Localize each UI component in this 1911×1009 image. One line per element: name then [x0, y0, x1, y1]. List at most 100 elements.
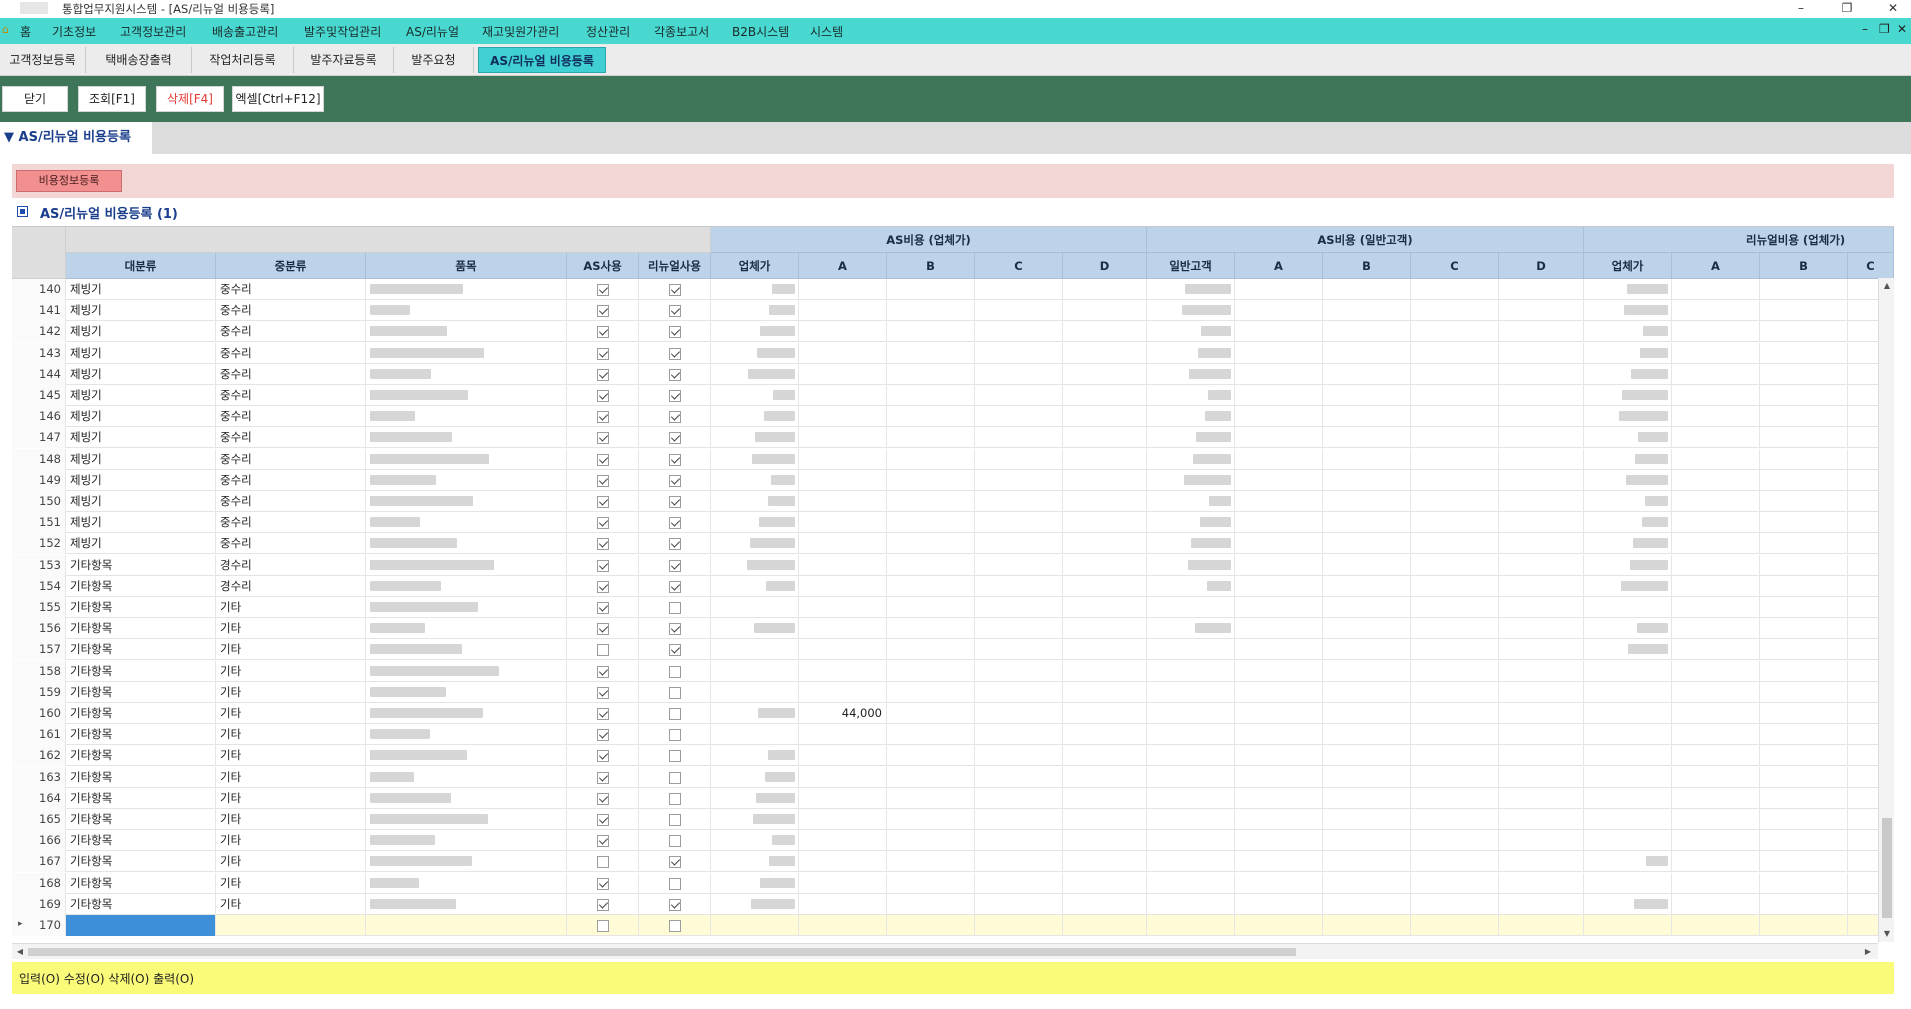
cell-as-vendor-a[interactable]	[799, 660, 887, 682]
cell-as-vendor-b[interactable]	[887, 406, 975, 428]
cell-as-vendor-d[interactable]	[1063, 342, 1147, 364]
cell-as-customer-d[interactable]	[1499, 448, 1584, 470]
column-header-as-vendor-price[interactable]: 업체가	[711, 253, 799, 279]
cell-as-vendor-price[interactable]	[711, 766, 799, 788]
cell-as-vendor-b[interactable]	[887, 639, 975, 661]
cell-item[interactable]	[366, 406, 567, 428]
cell-item[interactable]	[366, 660, 567, 682]
cell-as-vendor-a[interactable]	[799, 512, 887, 534]
cell-as-vendor-c[interactable]	[975, 851, 1063, 873]
cell-as-customer-d[interactable]	[1499, 491, 1584, 512]
cell-as-vendor-b[interactable]	[887, 597, 975, 618]
menu-order-work[interactable]: 발주및작업관리	[304, 23, 381, 40]
tab-order-request[interactable]: 발주요청	[394, 47, 474, 73]
cell-as-customer-a[interactable]	[1235, 279, 1323, 300]
renewal-use-checkbox[interactable]	[669, 580, 681, 593]
cell-minor-category[interactable]: 기타	[216, 851, 366, 873]
cell-minor-category[interactable]: 기타	[216, 618, 366, 640]
cell-major-category[interactable]: 제빙기	[66, 406, 216, 428]
cell-as-customer-a[interactable]	[1235, 427, 1323, 449]
cell-as-customer-b[interactable]	[1323, 406, 1411, 428]
cell-as-vendor-d[interactable]	[1063, 766, 1147, 788]
new-entry-row[interactable]: 170 ▸	[12, 915, 1894, 936]
cell-renewal-vendor-b[interactable]	[1760, 639, 1848, 661]
cell-as-customer-a[interactable]	[1235, 597, 1323, 618]
cell-as-vendor-c[interactable]	[975, 491, 1063, 512]
cell-as-customer-b[interactable]	[1323, 893, 1411, 915]
column-header-as-vendor-a[interactable]: A	[799, 253, 887, 279]
cell-renewal-vendor-price[interactable]	[1584, 660, 1672, 682]
cell-as-customer-a[interactable]	[1235, 469, 1323, 491]
cell-as-vendor-b[interactable]	[887, 618, 975, 640]
cell-minor-category[interactable]: 기타	[216, 745, 366, 767]
cell-as-vendor-d[interactable]	[1063, 660, 1147, 682]
cell-as-vendor-price[interactable]	[711, 681, 799, 703]
cell-as-customer-a[interactable]	[1235, 681, 1323, 703]
cell-major-category[interactable]: 제빙기	[66, 279, 216, 300]
as-use-checkbox[interactable]	[597, 792, 609, 805]
cell-as-customer-c[interactable]	[1411, 363, 1499, 385]
cell-renewal-vendor-a[interactable]	[1672, 385, 1760, 406]
cell-as-customer-b[interactable]	[1323, 597, 1411, 618]
cell-as-customer-price[interactable]	[1147, 766, 1235, 788]
cell-renewal-vendor-a[interactable]	[1672, 342, 1760, 364]
cell-as-vendor-a[interactable]	[799, 809, 887, 830]
cell-as-vendor-d[interactable]	[1063, 554, 1147, 576]
cell-item[interactable]	[366, 491, 567, 512]
cell-as-customer-d[interactable]	[1499, 469, 1584, 491]
cell-renewal-vendor-b[interactable]	[1760, 363, 1848, 385]
cell-as-vendor-b[interactable]	[887, 448, 975, 470]
cell-renewal-vendor-b[interactable]	[1760, 745, 1848, 767]
cell-as-customer-b[interactable]	[1323, 830, 1411, 852]
cell-as-vendor-a[interactable]	[799, 639, 887, 661]
cell-item[interactable]	[366, 342, 567, 364]
table-row[interactable]: 141 제빙기 중수리	[12, 300, 1894, 322]
cell-as-customer-c[interactable]	[1411, 448, 1499, 470]
cell-as-vendor-b[interactable]	[887, 279, 975, 300]
cell-as-vendor-b[interactable]	[887, 363, 975, 385]
column-header-as-vendor-d[interactable]: D	[1063, 253, 1147, 279]
table-row[interactable]: 164 기타항목 기타	[12, 787, 1894, 809]
cell-renewal-vendor-a[interactable]	[1672, 279, 1760, 300]
cell-minor-category[interactable]: 기타	[216, 660, 366, 682]
cell-as-vendor-d[interactable]	[1063, 830, 1147, 852]
as-use-checkbox[interactable]	[597, 898, 609, 911]
cell-as-customer-a[interactable]	[1235, 872, 1323, 894]
cell-as-customer-c[interactable]	[1411, 787, 1499, 809]
column-header-renewal-vendor-price[interactable]: 업체가	[1584, 253, 1672, 279]
cell-as-customer-b[interactable]	[1323, 724, 1411, 746]
cell-as-vendor-d[interactable]	[1063, 724, 1147, 746]
mdi-close-button[interactable]: ✕	[1897, 22, 1907, 36]
cell-as-customer-c[interactable]	[1411, 427, 1499, 449]
cell-as-customer-price[interactable]	[1147, 660, 1235, 682]
cell-as-customer-d[interactable]	[1499, 893, 1584, 915]
cell-as-customer-b[interactable]	[1323, 427, 1411, 449]
cell-major-category[interactable]: 제빙기	[66, 385, 216, 406]
renewal-use-checkbox[interactable]	[669, 559, 681, 572]
table-row[interactable]: 161 기타항목 기타	[12, 724, 1894, 746]
cell-as-customer-b[interactable]	[1323, 618, 1411, 640]
cell-as-customer-b[interactable]	[1323, 575, 1411, 597]
cell-renewal-vendor-a[interactable]	[1672, 512, 1760, 534]
cell-as-customer-price[interactable]	[1147, 491, 1235, 512]
cell-as-vendor-a[interactable]	[799, 533, 887, 555]
cell-renewal-vendor-price[interactable]	[1584, 427, 1672, 449]
cell-as-vendor-c[interactable]	[975, 745, 1063, 767]
tab-customer-registration[interactable]: 고객정보등록	[0, 47, 86, 73]
tab-parcel-label-print[interactable]: 택배송장출력	[86, 47, 192, 73]
cell-as-vendor-d[interactable]	[1063, 915, 1147, 936]
cell-renewal-vendor-price[interactable]	[1584, 618, 1672, 640]
cell-minor-category[interactable]: 기타	[216, 681, 366, 703]
cell-renewal-vendor-price[interactable]	[1584, 363, 1672, 385]
cell-as-vendor-a[interactable]	[799, 872, 887, 894]
table-row[interactable]: 150 제빙기 중수리	[12, 491, 1894, 512]
cell-major-category[interactable]: 제빙기	[66, 363, 216, 385]
renewal-use-checkbox[interactable]	[669, 708, 681, 720]
as-use-checkbox[interactable]	[597, 496, 609, 508]
renewal-use-checkbox[interactable]	[669, 665, 681, 678]
table-row[interactable]: 159 기타항목 기타	[12, 681, 1894, 703]
cell-as-customer-a[interactable]	[1235, 660, 1323, 682]
table-row[interactable]: 149 제빙기 중수리	[12, 469, 1894, 491]
cell-renewal-vendor-a[interactable]	[1672, 915, 1760, 936]
cell-renewal-vendor-a[interactable]	[1672, 893, 1760, 915]
